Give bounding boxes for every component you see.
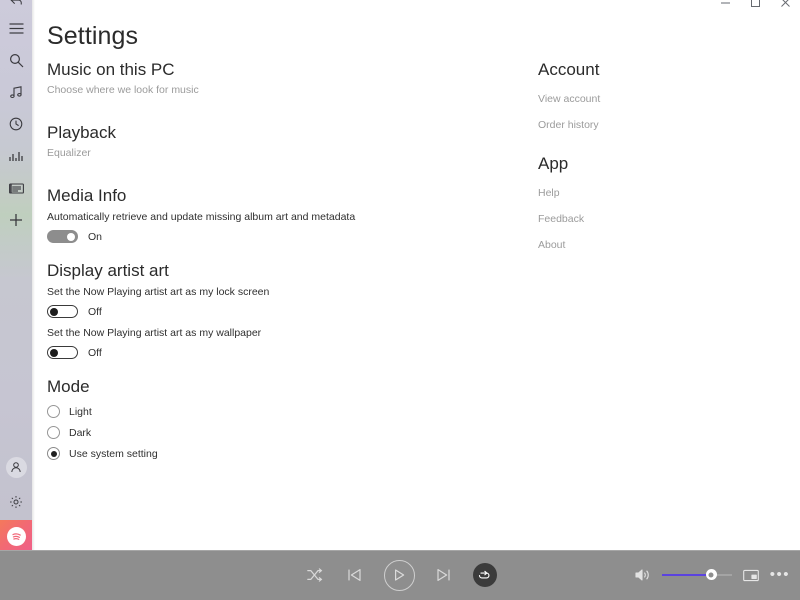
play-button[interactable] <box>383 559 415 591</box>
radio-button[interactable] <box>47 447 60 460</box>
hamburger-menu-icon[interactable] <box>0 12 32 44</box>
lock-screen-toggle[interactable] <box>47 305 78 318</box>
media-info-toggle-row[interactable]: On <box>47 230 467 243</box>
view-account-link[interactable]: View account <box>538 93 768 106</box>
window-controls <box>710 0 800 8</box>
mode-option-light[interactable]: Light <box>47 405 467 418</box>
help-link[interactable]: Help <box>538 187 768 200</box>
radio-button[interactable] <box>47 405 60 418</box>
section-playback: Playback Equalizer <box>47 123 467 161</box>
clock-history-icon[interactable] <box>0 108 32 140</box>
section-heading: Playback <box>47 123 116 142</box>
mini-view-icon[interactable] <box>742 569 759 582</box>
lock-screen-toggle-row[interactable]: Off <box>47 305 467 318</box>
player-right-controls: ••• <box>635 567 790 582</box>
order-history-link[interactable]: Order history <box>538 119 768 132</box>
toggle-knob <box>67 232 75 241</box>
page-title: Settings <box>47 22 139 50</box>
section-heading: Account <box>538 60 600 79</box>
section-display-artist-art: Display artist art Set the Now Playing a… <box>47 261 467 359</box>
media-info-description: Automatically retrieve and update missin… <box>47 211 356 223</box>
avatar <box>5 456 27 478</box>
feedback-link[interactable]: Feedback <box>538 213 768 226</box>
playlist-icon[interactable] <box>0 172 32 204</box>
shuffle-icon[interactable] <box>304 564 326 586</box>
section-heading: Display artist art <box>47 261 169 280</box>
plus-icon[interactable] <box>0 204 32 236</box>
mode-option-label: Light <box>69 405 92 418</box>
mode-option-label: Use system setting <box>69 447 158 460</box>
wallpaper-toggle-row[interactable]: Off <box>47 346 467 359</box>
settings-right-column: Account View account Order history App H… <box>538 60 768 252</box>
music-note-icon[interactable] <box>0 76 32 108</box>
volume-icon[interactable] <box>635 568 651 582</box>
section-mode: Mode Light Dark Use system setting <box>47 377 467 460</box>
maximize-button[interactable] <box>740 0 770 8</box>
rail-shadow <box>32 0 35 550</box>
gear-settings-icon[interactable] <box>0 484 32 520</box>
mode-option-use-system-setting[interactable]: Use system setting <box>47 447 467 460</box>
section-music-on-this-pc: Music on this PC Choose where we look fo… <box>47 60 467 98</box>
equalizer-bars-icon[interactable] <box>0 140 32 172</box>
player-bar: ••• <box>0 550 800 600</box>
section-app: App Help Feedback About <box>538 154 768 252</box>
mode-option-dark[interactable]: Dark <box>47 426 467 439</box>
choose-music-folders-link[interactable]: Choose where we look for music <box>47 84 199 97</box>
wallpaper-toggle-state: Off <box>88 346 102 359</box>
radio-button[interactable] <box>47 426 60 439</box>
section-heading: Music on this PC <box>47 60 175 79</box>
title-bar <box>0 0 800 16</box>
rail-top-items <box>0 0 32 236</box>
equalizer-link[interactable]: Equalizer <box>47 147 91 160</box>
settings-content: Settings Music on this PC Choose where w… <box>35 0 800 550</box>
section-heading: Media Info <box>47 186 127 205</box>
spotify-settings-window: Settings Music on this PC Choose where w… <box>0 0 800 600</box>
next-track-icon[interactable] <box>433 564 455 586</box>
repeat-button[interactable] <box>472 563 497 587</box>
media-info-toggle[interactable] <box>47 230 78 243</box>
toggle-knob <box>50 307 58 316</box>
section-media-info: Media Info Automatically retrieve and up… <box>47 186 467 243</box>
toggle-knob <box>50 348 58 357</box>
volume-fill <box>661 574 711 576</box>
section-heading: App <box>538 154 569 173</box>
mode-option-label: Dark <box>69 426 92 439</box>
player-divider <box>0 550 800 551</box>
account-person-icon[interactable] <box>0 450 32 484</box>
section-account: Account View account Order history <box>538 60 768 132</box>
about-link[interactable]: About <box>538 239 768 252</box>
spotify-brand-icon[interactable] <box>0 520 32 552</box>
volume-slider[interactable] <box>661 569 732 581</box>
close-button[interactable] <box>770 0 800 8</box>
wallpaper-description: Set the Now Playing artist art as my wal… <box>47 327 262 339</box>
spotify-logo <box>6 526 26 546</box>
minimize-button[interactable] <box>710 0 740 8</box>
media-info-toggle-state: On <box>88 230 103 243</box>
wallpaper-toggle[interactable] <box>47 346 78 359</box>
settings-left-column: Music on this PC Choose where we look fo… <box>47 60 467 460</box>
section-heading: Mode <box>47 377 90 396</box>
search-icon[interactable] <box>0 44 32 76</box>
lock-screen-description: Set the Now Playing artist art as my loc… <box>47 286 270 298</box>
volume-thumb[interactable] <box>705 569 717 580</box>
more-options-icon[interactable]: ••• <box>770 567 790 582</box>
lock-screen-toggle-state: Off <box>88 305 102 318</box>
previous-track-icon[interactable] <box>344 564 366 586</box>
